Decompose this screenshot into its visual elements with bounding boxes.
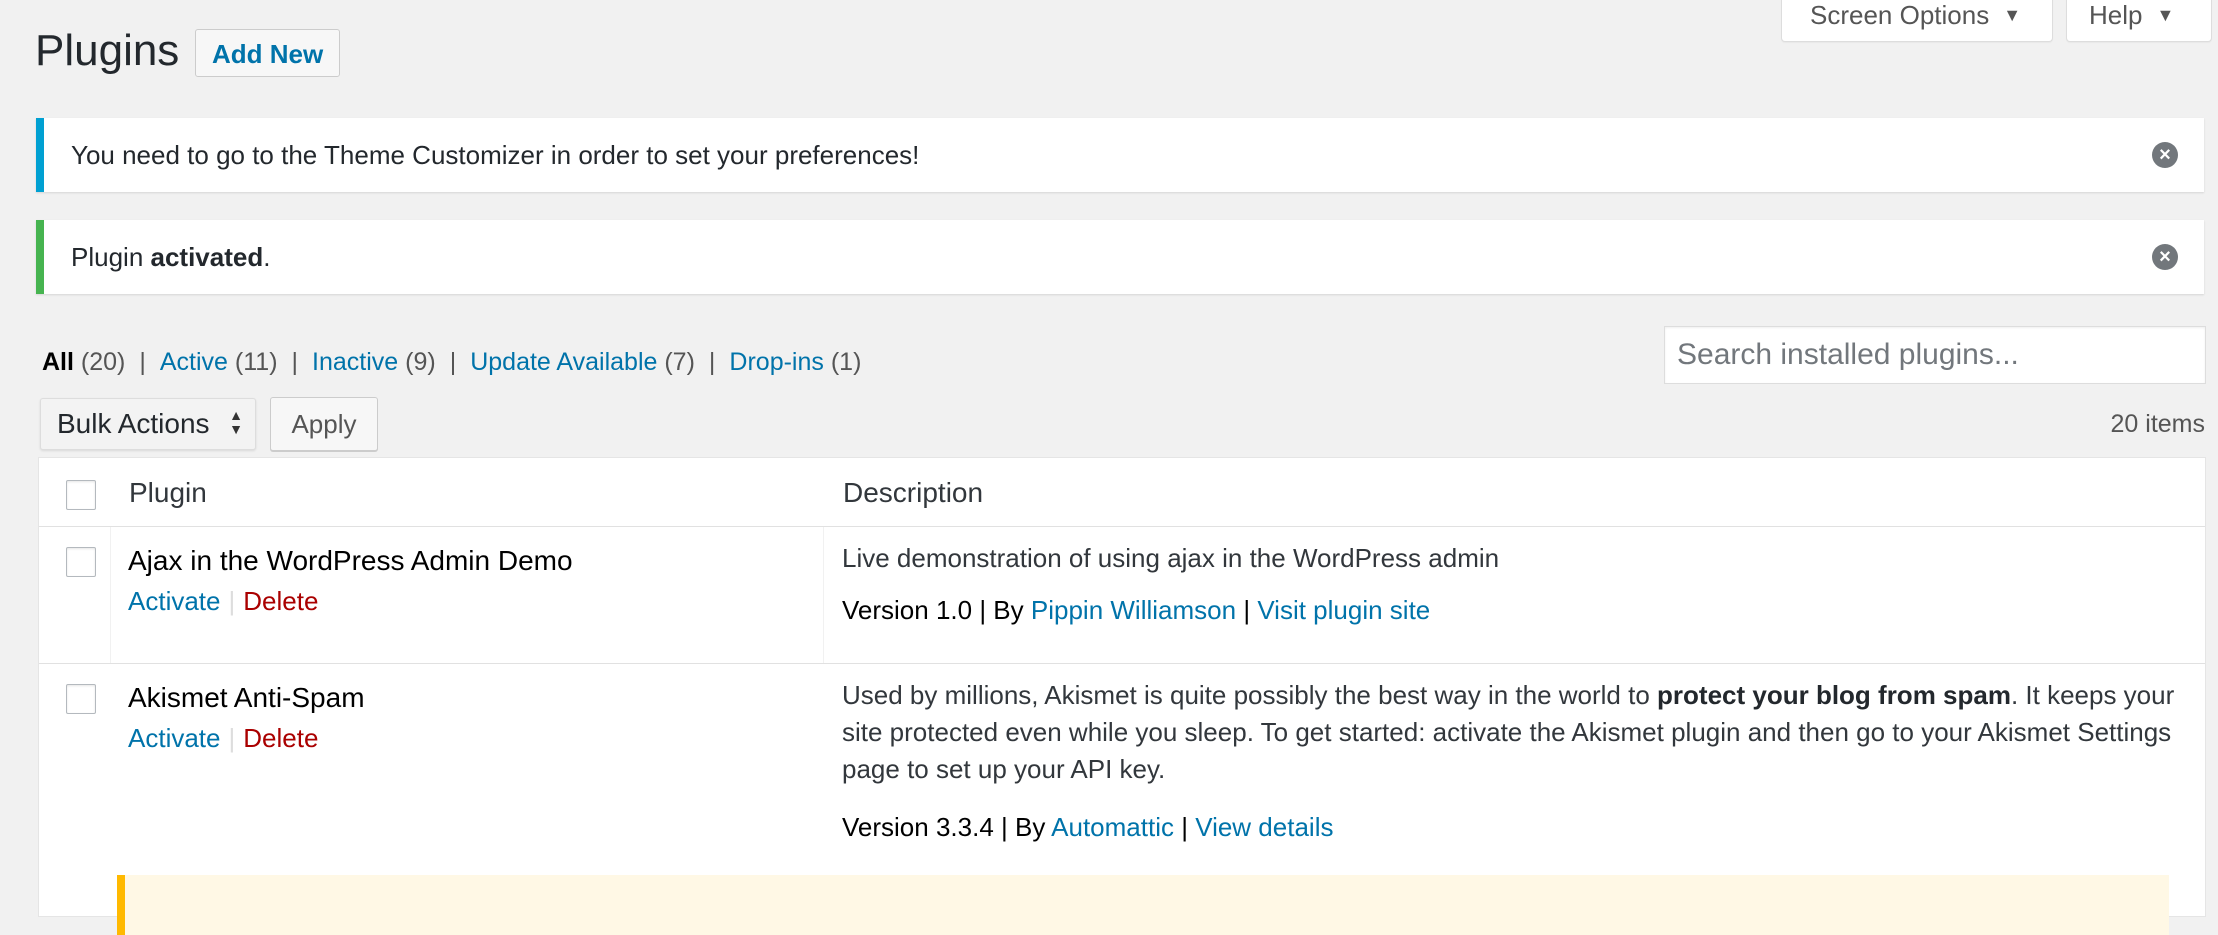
row-checkbox[interactable] (66, 547, 96, 577)
bulk-actions-selected: Bulk Actions (57, 408, 210, 439)
notice-text-strong: activated (150, 242, 264, 272)
table-header: Plugin Description (39, 458, 2205, 527)
description-strong: protect your blog from spam (1657, 680, 2011, 710)
plugin-version: Version 3.3.4 (842, 812, 994, 842)
filter-separator: | (449, 348, 457, 376)
filter-active[interactable]: Active (11) (160, 348, 278, 376)
screen-options-button[interactable]: Screen Options ▼ (1781, 0, 2053, 42)
filter-all[interactable]: All (20) (42, 348, 125, 376)
visit-plugin-site-link[interactable]: Visit plugin site (1257, 595, 1430, 625)
row-checkbox[interactable] (66, 684, 96, 714)
notice-text: You need to go to the Theme Customizer i… (71, 140, 920, 170)
plugin-version: Version 1.0 (842, 595, 973, 625)
plugin-description: Live demonstration of using ajax in the … (842, 543, 1500, 573)
meta-separator: | (1243, 595, 1251, 625)
apply-button[interactable]: Apply (270, 397, 378, 451)
close-circle-icon[interactable]: × (2152, 244, 2178, 270)
plugin-name: Ajax in the WordPress Admin Demo (128, 545, 573, 576)
row-actions: Activate | Delete (128, 586, 318, 617)
filter-separator: | (708, 348, 716, 376)
filter-all-count: (20) (80, 348, 126, 376)
plugin-activated-notice: Plugin activated. × (36, 220, 2204, 294)
page-title: Plugins (35, 26, 180, 75)
table-row: Ajax in the WordPress Admin Demo Activat… (39, 527, 2205, 664)
caret-down-icon: ▼ (2003, 5, 2022, 25)
meta-separator: | (1181, 812, 1188, 842)
plugin-name: Akismet Anti-Spam (128, 682, 365, 713)
help-button[interactable]: Help ▼ (2066, 0, 2212, 42)
row-actions: Activate | Delete (128, 723, 318, 754)
plugin-meta: Version 1.0 | By Pippin Williamson | Vis… (842, 595, 1430, 626)
screen-options-label: Screen Options (1810, 0, 1990, 30)
search-plugins-input[interactable] (1664, 326, 2206, 384)
view-details-link[interactable]: View details (1195, 812, 1333, 842)
plugin-status-filters: All (20) | Active (11) | Inactive (9) | Update… (42, 348, 861, 377)
filter-update-available[interactable]: Update Available (7) (470, 348, 695, 376)
action-separator: | (228, 586, 236, 616)
caret-down-icon: ▼ (2156, 5, 2175, 25)
action-separator: | (228, 723, 236, 753)
plugin-by: | By (1001, 812, 1046, 842)
bulk-actions-select[interactable]: Bulk Actions ▲ ▼ (40, 398, 256, 450)
up-down-arrows-icon: ▲ ▼ (229, 407, 243, 437)
filter-active-count: (11) (234, 348, 278, 376)
column-header-plugin[interactable]: Plugin (129, 477, 207, 509)
activate-link[interactable]: Activate (128, 586, 221, 616)
column-header-description: Description (843, 477, 984, 508)
plugin-meta: Version 3.3.4 | By Automattic | View det… (842, 812, 1333, 843)
add-new-button[interactable]: Add New (195, 29, 341, 77)
activate-link[interactable]: Activate (128, 723, 221, 753)
filter-active-label: Active (159, 348, 228, 376)
filter-inactive[interactable]: Inactive (9) (312, 348, 436, 376)
plugin-author-link[interactable]: Pippin Williamson (1031, 595, 1236, 625)
filter-update-label: Update Available (470, 348, 658, 376)
items-count: 20 items (2110, 410, 2205, 438)
filter-dropins[interactable]: Drop-ins (1) (729, 348, 861, 376)
plugin-by: | By (979, 595, 1024, 625)
filter-separator: | (139, 348, 146, 376)
close-circle-icon[interactable]: × (2152, 142, 2178, 168)
select-all-checkbox[interactable] (66, 480, 96, 510)
column-divider (110, 527, 111, 663)
filter-update-count: (7) (664, 348, 695, 376)
theme-customizer-notice: You need to go to the Theme Customizer i… (36, 118, 2204, 192)
plugin-description: Used by millions, Akismet is quite possi… (842, 677, 2202, 788)
column-divider (823, 527, 824, 663)
notice-text-prefix: Plugin (71, 242, 151, 272)
plugin-author-link[interactable]: Automattic (1051, 812, 1174, 842)
notice-text-suffix: . (263, 242, 271, 272)
update-available-notice (117, 875, 2169, 935)
filter-inactive-count: (9) (405, 348, 436, 376)
filter-dropins-count: (1) (830, 348, 862, 376)
delete-link[interactable]: Delete (243, 586, 318, 616)
description-part-1: Used by millions, Akismet is quite possi… (842, 680, 1658, 710)
filter-inactive-label: Inactive (312, 348, 399, 376)
filter-all-label: All (42, 348, 74, 376)
help-label: Help (2089, 0, 2143, 30)
filter-separator: | (291, 348, 299, 376)
filter-dropins-label: Drop-ins (729, 348, 824, 376)
plugins-table: Plugin Description Ajax in the WordPress… (38, 457, 2206, 935)
delete-link[interactable]: Delete (243, 723, 318, 753)
